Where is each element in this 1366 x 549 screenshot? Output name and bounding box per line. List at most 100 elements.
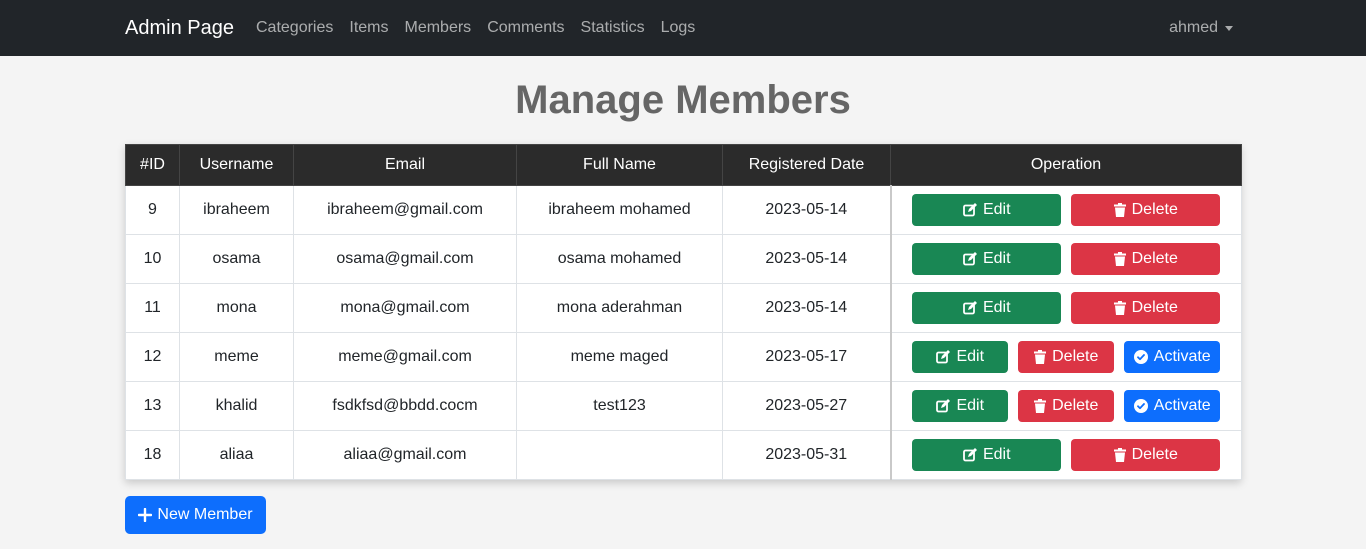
table-row: 13 khalid fsdkfsd@bbdd.cocm test123 2023-05-… <box>125 381 1242 431</box>
delete-label: Delete <box>1131 446 1178 463</box>
cell-email: osama@gmail.com <box>293 234 517 284</box>
cell-fullname: ibraheem mohamed <box>516 185 723 235</box>
cell-email: ibraheem@gmail.com <box>293 185 517 235</box>
delete-label: Delete <box>1131 201 1178 218</box>
new-member-button[interactable]: New Member <box>125 496 266 534</box>
cell-username: aliaa <box>179 430 294 480</box>
header-email: Email <box>293 144 517 186</box>
delete-button[interactable]: Delete <box>1018 390 1115 422</box>
cell-operation: Edit Delete Activate <box>889 332 1242 382</box>
cell-date: 2023-05-14 <box>722 234 891 284</box>
delete-button[interactable]: Delete <box>1018 341 1115 373</box>
table-row: 9 ibraheem ibraheem@gmail.com ibraheem moha… <box>125 185 1242 235</box>
edit-button[interactable]: Edit <box>912 390 1009 422</box>
trash-icon <box>1113 301 1126 315</box>
nav-links: Categories Items Members Comments Statis… <box>256 0 711 56</box>
cell-username: mona <box>179 283 294 333</box>
table-header-row: #ID Username Email Full Name Registered … <box>125 144 1242 186</box>
new-member-label: New Member <box>157 506 253 523</box>
cell-email: aliaa@gmail.com <box>293 430 517 480</box>
table-row: 18 aliaa aliaa@gmail.com 2023-05-31 Edit Dele… <box>125 430 1242 480</box>
table-row: 10 osama osama@gmail.com osama mohamed 2023-… <box>125 234 1242 284</box>
activate-button[interactable]: Activate <box>1124 390 1221 422</box>
nav-link-members[interactable]: Members <box>405 19 472 37</box>
delete-label: Delete <box>1052 397 1099 414</box>
delete-button[interactable]: Delete <box>1071 243 1221 275</box>
cell-date: 2023-05-31 <box>722 430 891 480</box>
nav-link-statistics[interactable]: Statistics <box>581 19 645 37</box>
activate-label: Activate <box>1153 348 1211 365</box>
cell-username: ibraheem <box>179 185 294 235</box>
check-circle-icon <box>1133 399 1148 413</box>
cell-username: meme <box>179 332 294 382</box>
delete-label: Delete <box>1052 348 1099 365</box>
edit-button[interactable]: Edit <box>912 292 1062 324</box>
activate-label: Activate <box>1153 397 1211 414</box>
cell-id: 18 <box>125 430 180 480</box>
delete-label: Delete <box>1131 299 1178 316</box>
cell-fullname: test123 <box>516 381 723 431</box>
table-body: 9 ibraheem ibraheem@gmail.com ibraheem moha… <box>125 185 1242 480</box>
trash-icon <box>1113 448 1126 462</box>
edit-icon <box>963 203 977 217</box>
edit-label: Edit <box>956 397 985 414</box>
edit-label: Edit <box>982 250 1011 267</box>
cell-id: 13 <box>125 381 180 431</box>
cell-date: 2023-05-14 <box>722 283 891 333</box>
trash-icon <box>1034 350 1047 364</box>
navbar: Admin Page Categories Items Members Comm… <box>0 0 1366 56</box>
cell-operation: Edit Delete <box>889 430 1242 480</box>
nav-link-comments[interactable]: Comments <box>487 19 564 37</box>
edit-button[interactable]: Edit <box>912 439 1062 471</box>
trash-icon <box>1034 399 1047 413</box>
cell-fullname <box>516 430 723 480</box>
cell-id: 9 <box>125 185 180 235</box>
cell-operation: Edit Delete <box>889 234 1242 284</box>
trash-icon <box>1113 203 1126 217</box>
cell-username: osama <box>179 234 294 284</box>
user-name: ahmed <box>1169 19 1218 36</box>
header-username: Username <box>179 144 294 186</box>
cell-date: 2023-05-14 <box>722 185 891 235</box>
header-fullname: Full Name <box>516 144 723 186</box>
activate-button[interactable]: Activate <box>1124 341 1221 373</box>
caret-down-icon <box>1225 25 1233 31</box>
nav-link-items[interactable]: Items <box>349 19 388 37</box>
cell-email: mona@gmail.com <box>293 283 517 333</box>
edit-label: Edit <box>982 201 1011 218</box>
cell-fullname: meme maged <box>516 332 723 382</box>
edit-button[interactable]: Edit <box>912 341 1009 373</box>
page-title: Manage Members <box>515 78 851 122</box>
cell-email: meme@gmail.com <box>293 332 517 382</box>
edit-icon <box>963 301 977 315</box>
nav-link-logs[interactable]: Logs <box>661 19 696 37</box>
delete-button[interactable]: Delete <box>1071 292 1221 324</box>
cell-id: 11 <box>125 283 180 333</box>
brand-link[interactable]: Admin Page <box>125 0 234 56</box>
plus-icon <box>138 507 153 523</box>
cell-operation: Edit Delete <box>889 185 1242 235</box>
header-id: #ID <box>125 144 180 186</box>
edit-icon <box>963 252 977 266</box>
cell-operation: Edit Delete Activate <box>889 381 1242 431</box>
edit-icon <box>936 350 951 364</box>
delete-button[interactable]: Delete <box>1071 439 1221 471</box>
cell-fullname: osama mohamed <box>516 234 723 284</box>
cell-id: 12 <box>125 332 180 382</box>
delete-button[interactable]: Delete <box>1071 194 1221 226</box>
cell-id: 10 <box>125 234 180 284</box>
table-row: 11 mona mona@gmail.com mona aderahman 2023-0… <box>125 283 1242 333</box>
user-dropdown[interactable]: ahmed <box>1169 0 1233 56</box>
edit-icon <box>963 448 977 462</box>
members-table: #ID Username Email Full Name Registered … <box>125 144 1242 480</box>
edit-label: Edit <box>956 348 985 365</box>
edit-button[interactable]: Edit <box>912 243 1062 275</box>
cell-date: 2023-05-17 <box>722 332 891 382</box>
edit-button[interactable]: Edit <box>912 194 1062 226</box>
edit-label: Edit <box>982 446 1011 463</box>
edit-label: Edit <box>982 299 1011 316</box>
edit-icon <box>936 399 951 413</box>
header-date: Registered Date <box>722 144 891 186</box>
cell-username: khalid <box>179 381 294 431</box>
nav-link-categories[interactable]: Categories <box>256 19 333 37</box>
